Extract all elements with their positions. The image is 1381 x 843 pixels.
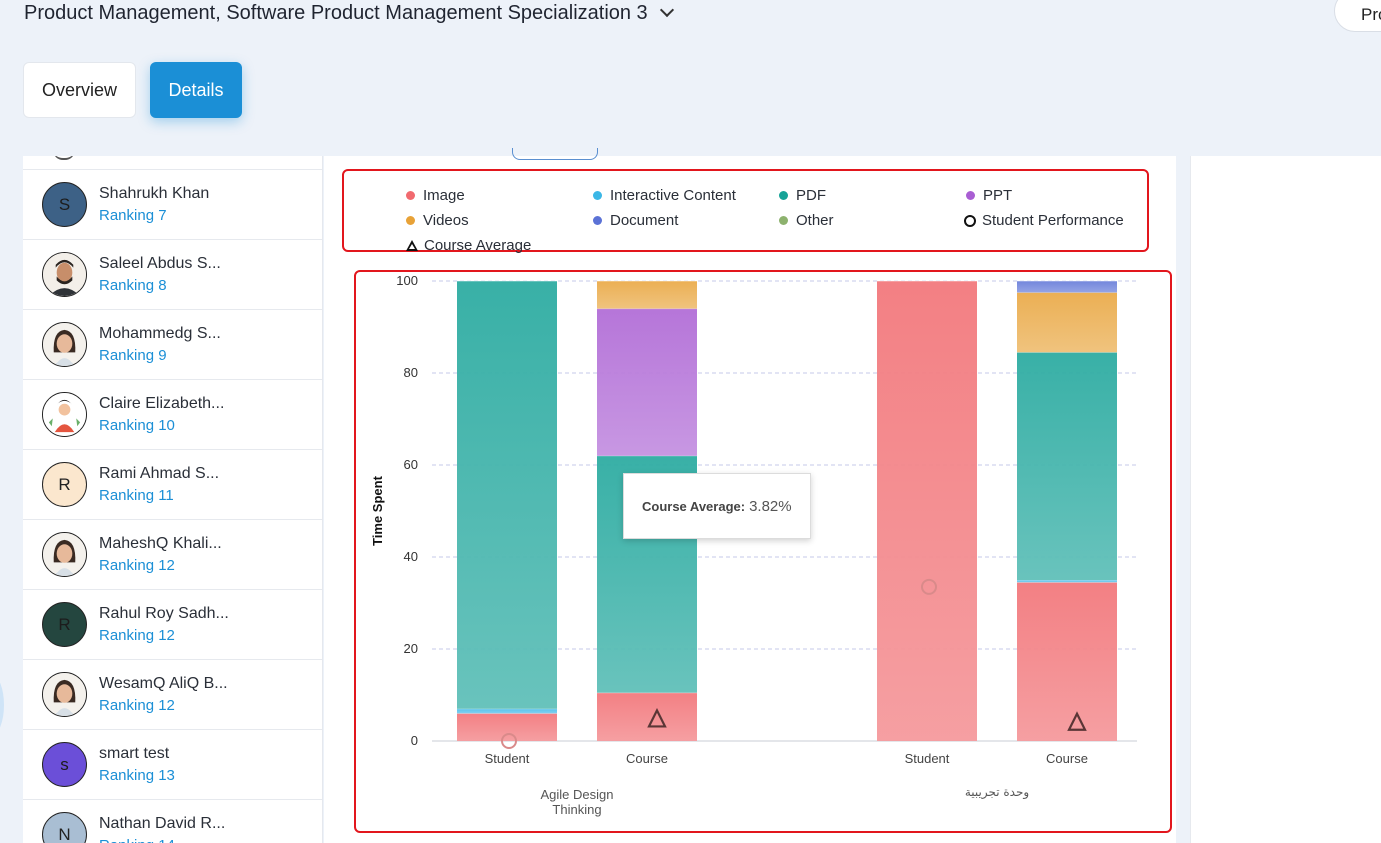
bar-segment-videos bbox=[597, 281, 697, 309]
tooltip-label: Course Average: bbox=[642, 498, 746, 514]
x-tick-label: Course bbox=[1046, 751, 1088, 766]
bar-segment-image bbox=[597, 692, 697, 741]
bar-segment-pdf bbox=[1017, 352, 1117, 580]
y-axis-title: Time Spent bbox=[370, 475, 385, 546]
y-tick-label: 40 bbox=[404, 549, 418, 564]
x-tick-label: Student bbox=[485, 751, 530, 766]
bar-segment-pdf bbox=[457, 281, 557, 709]
tooltip-value: 3.82% bbox=[749, 497, 792, 515]
group-label-agile-design-thinking: Agile Design Thinking bbox=[541, 787, 614, 817]
x-tick-label: Student bbox=[905, 751, 950, 766]
y-tick-label: 60 bbox=[404, 457, 418, 472]
y-tick-label: 0 bbox=[411, 733, 418, 748]
bar-segment-image bbox=[1017, 582, 1117, 741]
y-tick-label: 100 bbox=[396, 273, 418, 288]
bar-segment-interactive-content bbox=[457, 708, 557, 714]
bar-segment-document bbox=[1017, 281, 1117, 293]
bar-segment-videos bbox=[1017, 292, 1117, 353]
chart-tooltip: Course Average: 3.82% bbox=[623, 473, 811, 539]
y-tick-label: 80 bbox=[404, 365, 418, 380]
bar-segment-image bbox=[457, 713, 557, 741]
bar-segment-image bbox=[877, 281, 977, 741]
x-tick-label: Course bbox=[626, 751, 668, 766]
bar-segment-ppt bbox=[597, 308, 697, 456]
stacked-bar-chart: 0 20 40 60 80 100 Time Spent Student Course Stude… bbox=[370, 273, 1137, 817]
group-label-arabic: وحدة تجريبية bbox=[965, 785, 1029, 800]
y-tick-label: 20 bbox=[404, 641, 418, 656]
